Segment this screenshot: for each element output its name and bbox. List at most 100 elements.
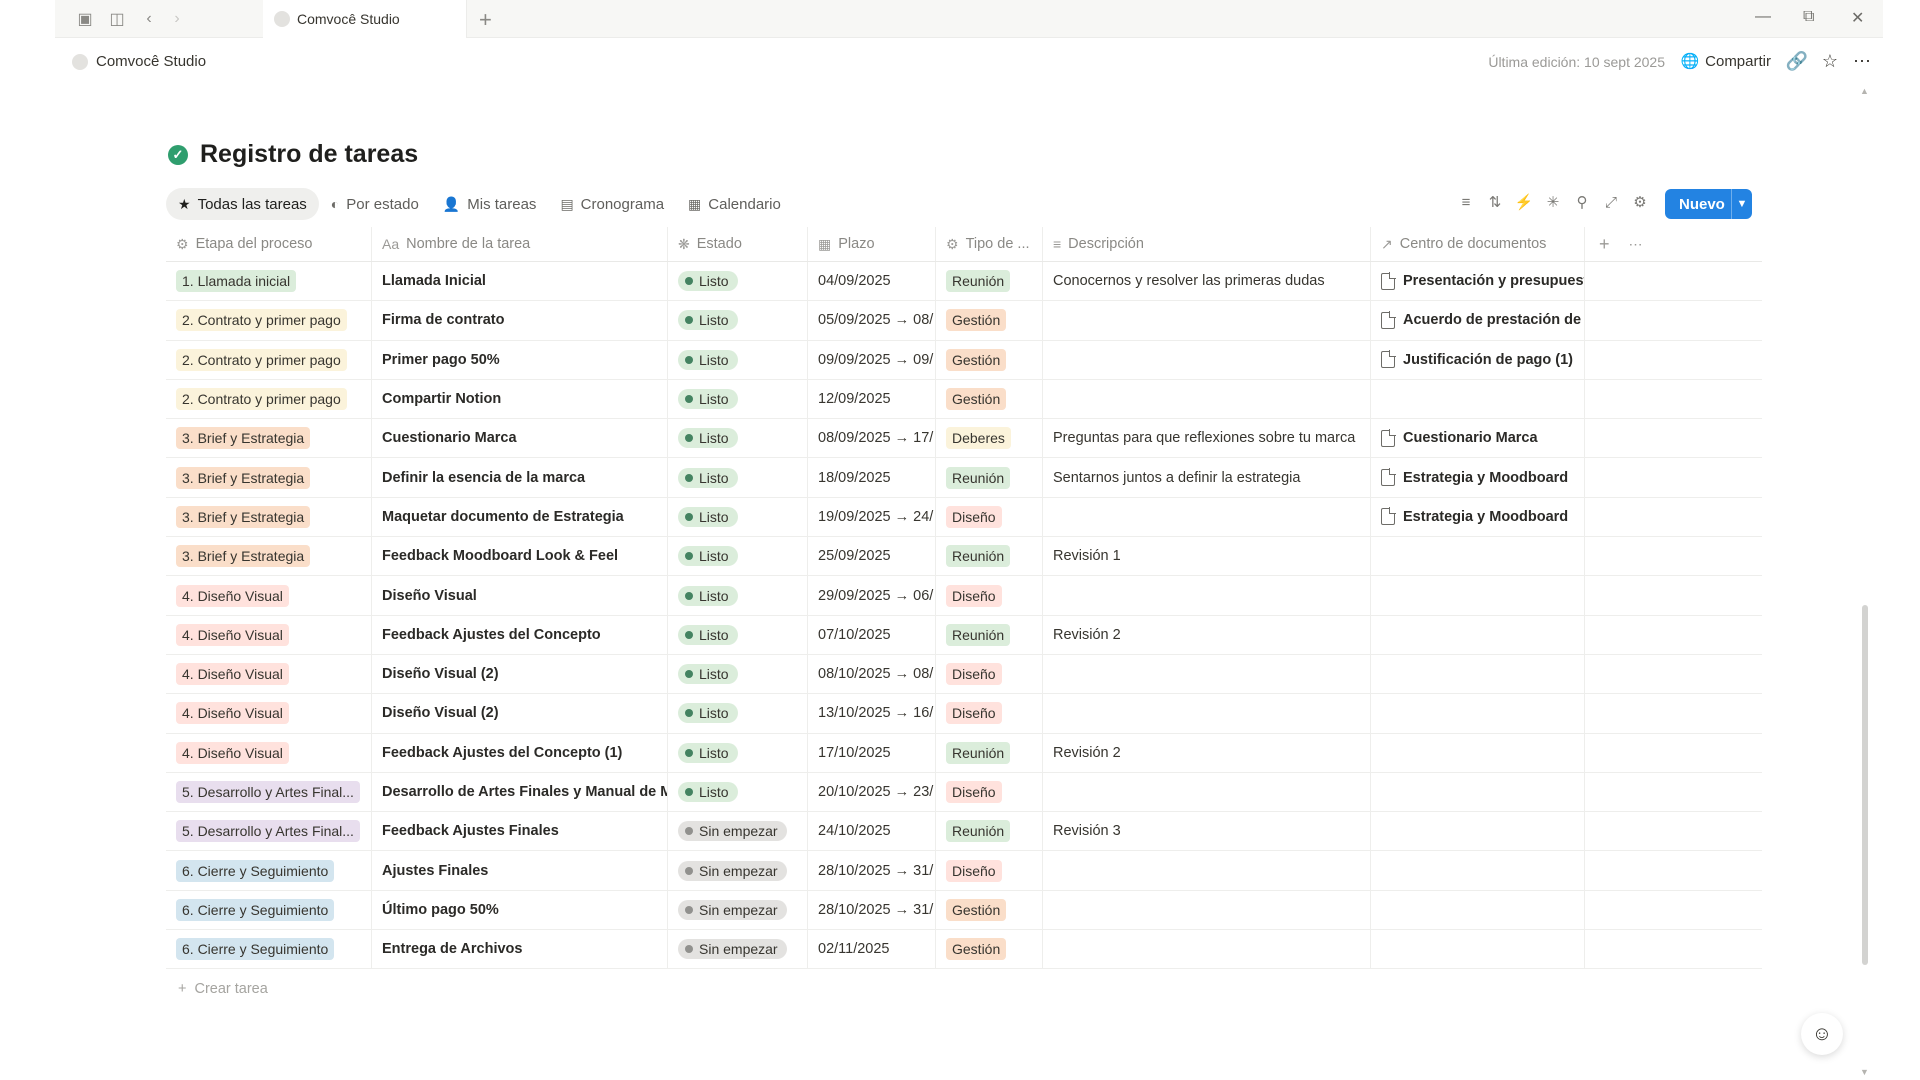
stage-cell[interactable]: 3. Brief y Estrategia	[166, 458, 372, 497]
add-task-button[interactable]: + Crear tarea	[178, 981, 268, 997]
automation-icon[interactable]: ⚡	[1514, 193, 1534, 211]
stage-cell[interactable]: 6. Cierre y Seguimiento	[166, 851, 372, 890]
table-row[interactable]: 5. Desarrollo y Artes Final... Desarroll…	[166, 772, 1762, 813]
documents-cell[interactable]: Acuerdo de prestación de s	[1371, 301, 1585, 340]
stage-cell[interactable]: 2. Contrato y primer pago	[166, 301, 372, 340]
table-row[interactable]: 3. Brief y Estrategia Cuestionario Marca…	[166, 419, 1762, 459]
tab-todas-las-tareas[interactable]: ★ Todas las tareas	[166, 188, 319, 220]
status-cell[interactable]: Listo	[668, 654, 808, 694]
table-row[interactable]: 2. Contrato y primer pago Compartir Noti…	[166, 379, 1762, 420]
tab-mis-tareas[interactable]: 👤 Mis tareas	[431, 188, 549, 220]
description-cell[interactable]: Revisión 2	[1043, 615, 1371, 654]
type-cell[interactable]: Deberes	[936, 419, 1043, 458]
table-row[interactable]: 5. Desarrollo y Artes Final... Feedback …	[166, 812, 1762, 852]
status-cell[interactable]: Listo	[668, 419, 808, 458]
scroll-down-arrow-icon[interactable]: ▼	[1860, 1067, 1869, 1077]
ai-sparkle-icon[interactable]: ✳	[1543, 193, 1563, 211]
stage-cell[interactable]: 3. Brief y Estrategia	[166, 497, 372, 537]
stage-cell[interactable]: 3. Brief y Estrategia	[166, 419, 372, 458]
column-header-plazo[interactable]: ▦ Plazo	[808, 227, 936, 261]
status-cell[interactable]: Listo	[668, 733, 808, 772]
page-title[interactable]: Registro de tareas	[200, 140, 418, 169]
documents-cell[interactable]	[1371, 379, 1585, 419]
date-cell[interactable]: 18/09/2025	[808, 458, 936, 497]
description-cell[interactable]	[1043, 851, 1371, 890]
status-cell[interactable]: Listo	[668, 694, 808, 733]
stage-cell[interactable]: 2. Contrato y primer pago	[166, 340, 372, 379]
link-icon[interactable]: 🔗	[1786, 51, 1808, 72]
task-name-cell[interactable]: Diseño Visual (2)	[372, 694, 668, 733]
type-cell[interactable]: Diseño	[936, 497, 1043, 537]
documents-cell[interactable]	[1371, 851, 1585, 890]
task-name-cell[interactable]: Maquetar documento de Estrategia	[372, 497, 668, 537]
breadcrumb[interactable]: Comvocê Studio	[72, 53, 206, 70]
date-cell[interactable]: 02/11/2025	[808, 930, 936, 969]
document-link[interactable]: Cuestionario Marca	[1381, 428, 1538, 447]
date-cell[interactable]: 04/09/2025	[808, 262, 936, 301]
ai-assistant-button[interactable]: ☺	[1801, 1013, 1843, 1055]
close-icon[interactable]: ✕	[1851, 8, 1864, 28]
share-button[interactable]: 🌐 Compartir	[1680, 52, 1771, 71]
scrollbar-thumb[interactable]	[1862, 605, 1868, 965]
table-row[interactable]: 2. Contrato y primer pago Firma de contr…	[166, 301, 1762, 341]
expand-icon[interactable]: ⤢	[1601, 194, 1621, 211]
documents-cell[interactable]: Estrategia y Moodboard	[1371, 497, 1585, 537]
task-name-cell[interactable]: Feedback Ajustes del Concepto (1)	[372, 733, 668, 772]
description-cell[interactable]: Revisión 3	[1043, 812, 1371, 851]
stage-cell[interactable]: 1. Llamada inicial	[166, 262, 372, 301]
status-cell[interactable]: Listo	[668, 772, 808, 812]
document-link[interactable]: Justificación de pago (1)	[1381, 350, 1573, 369]
task-name-cell[interactable]: Diseño Visual	[372, 576, 668, 615]
more-options-icon[interactable]: ⋯	[1853, 51, 1871, 72]
status-cell[interactable]: Listo	[668, 537, 808, 576]
type-cell[interactable]: Gestión	[936, 301, 1043, 340]
date-cell[interactable]: 07/10/2025	[808, 615, 936, 654]
type-cell[interactable]: Gestión	[936, 890, 1043, 930]
tab-cronograma[interactable]: ▤ Cronograma	[548, 188, 676, 220]
task-name-cell[interactable]: Firma de contrato	[372, 301, 668, 340]
table-row[interactable]: 4. Diseño Visual Diseño Visual Listo 29/…	[166, 576, 1762, 616]
date-cell[interactable]: 09/09/2025 → 09/	[808, 340, 936, 379]
column-header-descripcion[interactable]: ≡ Descripción	[1043, 227, 1371, 261]
stage-cell[interactable]: 4. Diseño Visual	[166, 733, 372, 772]
table-row[interactable]: 6. Cierre y Seguimiento Último pago 50% …	[166, 890, 1762, 931]
table-row[interactable]: 1. Llamada inicial Llamada Inicial Listo…	[166, 262, 1762, 302]
description-cell[interactable]: Revisión 1	[1043, 537, 1371, 576]
type-cell[interactable]: Reunión	[936, 812, 1043, 851]
back-arrow-icon[interactable]: ‹	[139, 9, 159, 29]
description-cell[interactable]	[1043, 379, 1371, 419]
stage-cell[interactable]: 5. Desarrollo y Artes Final...	[166, 812, 372, 851]
documents-cell[interactable]: Cuestionario Marca	[1371, 419, 1585, 458]
task-name-cell[interactable]: Desarrollo de Artes Finales y Manual de …	[372, 772, 668, 812]
documents-cell[interactable]	[1371, 615, 1585, 654]
type-cell[interactable]: Reunión	[936, 262, 1043, 301]
filter-icon[interactable]: ≡	[1456, 194, 1476, 211]
date-cell[interactable]: 17/10/2025	[808, 733, 936, 772]
date-cell[interactable]: 13/10/2025 → 16/	[808, 694, 936, 733]
documents-cell[interactable]	[1371, 576, 1585, 615]
task-name-cell[interactable]: Primer pago 50%	[372, 340, 668, 379]
chevron-down-icon[interactable]: ▼	[1731, 189, 1752, 219]
type-cell[interactable]: Diseño	[936, 654, 1043, 694]
task-name-cell[interactable]: Definir la esencia de la marca	[372, 458, 668, 497]
description-cell[interactable]: Conocernos y resolver las primeras dudas	[1043, 262, 1371, 301]
documents-cell[interactable]	[1371, 654, 1585, 694]
app-logo-icon[interactable]: ▣	[75, 9, 95, 29]
settings-sliders-icon[interactable]: ⚙	[1630, 193, 1650, 211]
description-cell[interactable]: Revisión 2	[1043, 733, 1371, 772]
task-name-cell[interactable]: Entrega de Archivos	[372, 930, 668, 969]
tab-por-estado[interactable]: ◐ Por estado	[319, 188, 431, 220]
description-cell[interactable]	[1043, 694, 1371, 733]
documents-cell[interactable]	[1371, 890, 1585, 930]
tab-calendario[interactable]: ▦ Calendario	[676, 188, 793, 220]
table-row[interactable]: 3. Brief y Estrategia Definir la esencia…	[166, 458, 1762, 498]
documents-cell[interactable]: Presentación y presupuest	[1371, 262, 1585, 301]
sidebar-toggle-icon[interactable]: ◫	[107, 9, 127, 29]
document-link[interactable]: Estrategia y Moodboard	[1381, 507, 1568, 526]
description-cell[interactable]	[1043, 576, 1371, 615]
forward-arrow-icon[interactable]: ›	[167, 9, 187, 29]
date-cell[interactable]: 08/10/2025 → 08/	[808, 654, 936, 694]
documents-cell[interactable]	[1371, 930, 1585, 969]
status-cell[interactable]: Sin empezar	[668, 851, 808, 890]
documents-cell[interactable]	[1371, 537, 1585, 576]
